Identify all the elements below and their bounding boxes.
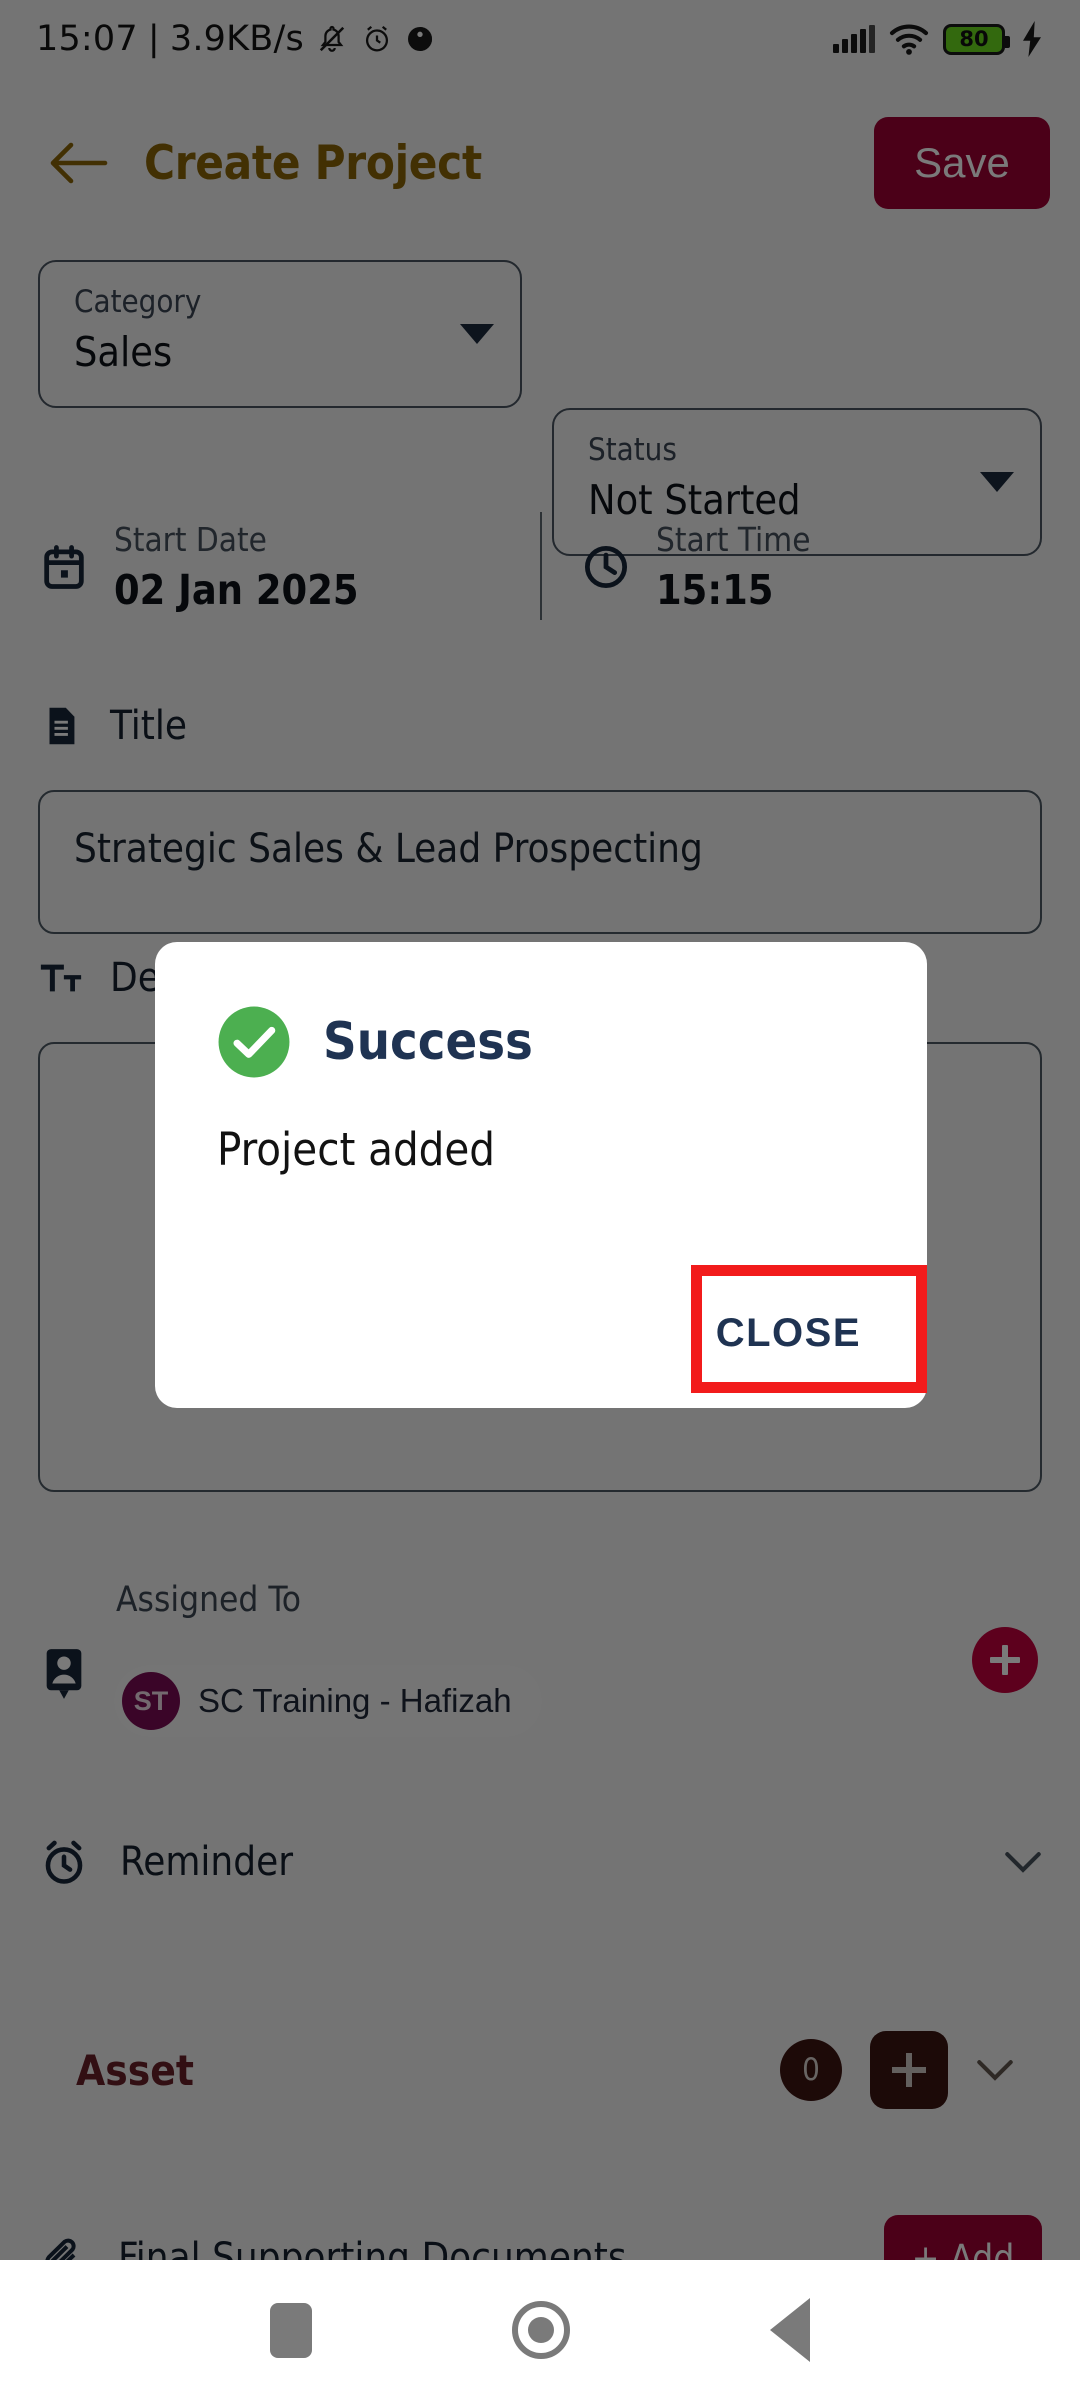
dialog-header: Success (155, 942, 927, 1079)
dialog-title: Success (323, 1012, 533, 1072)
android-nav-bar (0, 2260, 1080, 2400)
square-recents-icon[interactable] (270, 2302, 312, 2358)
triangle-back-icon[interactable] (770, 2298, 810, 2362)
app-screen: 15:07 | 3.9KB/s (0, 0, 1080, 2260)
dialog-close-button[interactable]: CLOSE (698, 1297, 879, 1370)
success-dialog: Success Project added CLOSE (155, 942, 927, 1408)
success-check-icon (218, 1006, 290, 1078)
circle-home-icon[interactable] (512, 2301, 570, 2359)
dialog-message: Project added (217, 1123, 496, 1176)
phone-screen: 15:07 | 3.9KB/s (0, 0, 1080, 2400)
